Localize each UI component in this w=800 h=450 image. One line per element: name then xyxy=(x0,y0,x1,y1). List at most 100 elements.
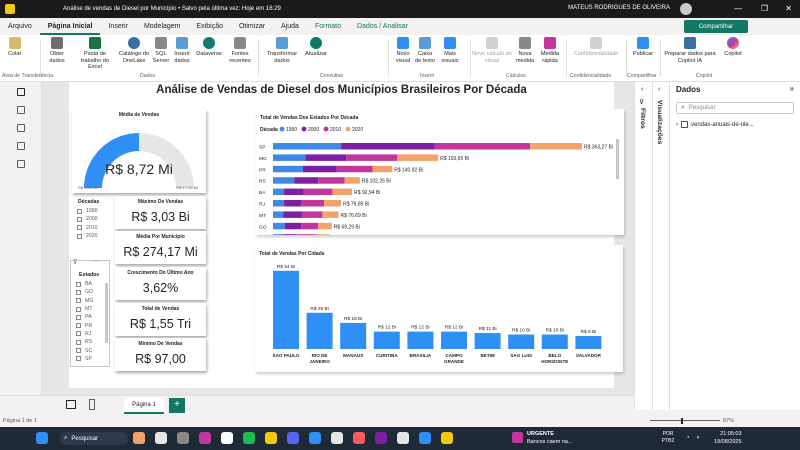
news-notification[interactable]: URGENTE Bancos caem na... xyxy=(512,429,592,448)
slicer-option-2010[interactable]: 2010 xyxy=(77,224,109,232)
checkbox[interactable] xyxy=(76,306,81,312)
app-icon[interactable] xyxy=(375,432,387,444)
checkbox[interactable] xyxy=(76,281,81,287)
new-measure-button[interactable]: Nova medida xyxy=(514,37,536,64)
quick-measure-button[interactable]: Medida rápida xyxy=(538,37,562,64)
bar[interactable] xyxy=(273,270,299,349)
dataverse-button[interactable]: Dataverse xyxy=(194,37,224,58)
bar-segment[interactable] xyxy=(341,143,435,150)
bar-segment[interactable] xyxy=(273,188,285,196)
collapse-visualizations-icon[interactable]: ‹ xyxy=(658,86,660,93)
sensitivity-button[interactable]: Confidencialidade xyxy=(570,37,622,58)
kpi-card-total[interactable]: Total de Vendas R$ 1,55 Tri xyxy=(115,303,206,336)
bar[interactable] xyxy=(373,331,400,349)
slicer-option-sc[interactable]: SC xyxy=(76,346,109,354)
bar-segment[interactable] xyxy=(301,200,325,207)
copilot-button[interactable]: Copilot xyxy=(720,37,746,58)
user-name[interactable]: MATEUS RODRIGUES DE OLIVEIRA xyxy=(568,5,670,11)
app-icon[interactable] xyxy=(353,432,365,444)
bar-segment[interactable] xyxy=(283,211,302,218)
bar-segment[interactable] xyxy=(322,211,339,218)
checkbox[interactable] xyxy=(76,298,81,304)
more-visuals-button[interactable]: Mais visuais xyxy=(438,37,462,64)
power-bi-icon[interactable] xyxy=(441,432,453,444)
slicer-option-sp[interactable]: SP xyxy=(76,355,109,363)
avatar[interactable] xyxy=(680,3,692,15)
checkbox[interactable] xyxy=(76,348,81,354)
bar-segment[interactable] xyxy=(297,234,317,241)
bar-segment[interactable] xyxy=(284,188,304,196)
bar-segment[interactable] xyxy=(273,177,295,184)
scrollbar[interactable] xyxy=(616,139,619,179)
tab-dados-analisar[interactable]: Dados / Analisar xyxy=(349,18,416,35)
expand-icon[interactable]: » xyxy=(790,84,794,93)
bar-segment[interactable] xyxy=(273,200,285,207)
get-data-button[interactable]: Obter dados xyxy=(46,37,68,64)
bar-segment[interactable] xyxy=(273,222,285,230)
gauge-card[interactable]: Média de Vendas R$ 8,72 Mi R$ 0,00 Mi R$… xyxy=(72,109,206,193)
checkbox[interactable] xyxy=(76,339,81,345)
bar-segment[interactable] xyxy=(530,143,583,150)
wifi-icon[interactable]: ◔ xyxy=(686,435,690,441)
checkbox[interactable] xyxy=(76,356,81,362)
tab-ajuda[interactable]: Ajuda xyxy=(273,18,307,35)
bar-segment[interactable] xyxy=(301,222,319,230)
app-icon[interactable] xyxy=(397,432,409,444)
bar-segment[interactable] xyxy=(294,177,319,184)
collapse-filters-icon[interactable]: ‹ xyxy=(641,86,643,93)
app-icon[interactable] xyxy=(309,432,321,444)
bar-segment[interactable] xyxy=(397,154,439,161)
bar-segment[interactable] xyxy=(336,165,373,173)
bar-segment[interactable] xyxy=(273,234,283,241)
page-tab[interactable]: Página 1 xyxy=(124,398,164,414)
bar[interactable] xyxy=(441,331,467,349)
bar-segment[interactable] xyxy=(318,222,332,230)
new-visual-button[interactable]: Novo visual xyxy=(392,37,414,64)
mobile-layout-icon[interactable] xyxy=(89,399,95,410)
discord-icon[interactable] xyxy=(287,432,299,444)
prepare-copilot-button[interactable]: Preparar dados para Copilot IA xyxy=(664,37,716,64)
scrollbar[interactable] xyxy=(105,283,108,343)
new-visual-calculation-button[interactable]: Novo cálculo do visual xyxy=(472,37,512,64)
bar-segment[interactable] xyxy=(305,154,347,161)
close-icon[interactable]: ✕ xyxy=(785,4,792,13)
enter-data-button[interactable]: Inserir dados xyxy=(172,37,192,64)
checkbox[interactable] xyxy=(76,323,81,329)
vscode-icon[interactable] xyxy=(419,432,431,444)
bar-segment[interactable] xyxy=(316,234,331,241)
app-icon[interactable] xyxy=(221,432,233,444)
bar-segment[interactable] xyxy=(318,177,345,184)
bar-segment[interactable] xyxy=(284,200,302,207)
spotify-icon[interactable] xyxy=(243,432,255,444)
kpi-card-maximo[interactable]: Máximo De Vendas R$ 3,03 Bi xyxy=(115,196,206,229)
maximize-icon[interactable]: ❐ xyxy=(761,4,768,13)
tmdl-view-icon[interactable] xyxy=(17,160,25,168)
bar[interactable] xyxy=(474,333,501,349)
desktop-layout-icon[interactable] xyxy=(66,400,76,409)
bar[interactable] xyxy=(306,312,333,349)
tab-modelagem[interactable]: Modelagem xyxy=(136,18,189,35)
bar[interactable] xyxy=(575,335,602,349)
minimize-icon[interactable]: — xyxy=(734,4,742,13)
checkbox[interactable] xyxy=(76,314,81,320)
dax-query-view-icon[interactable] xyxy=(17,142,25,150)
estados-slicer[interactable]: ⊽ ⋯ Estados BA GO MG MT PA PR RJ RS SC SP xyxy=(70,259,110,367)
recent-sources-button[interactable]: Fontes recentes xyxy=(226,37,254,64)
tab-otimizar[interactable]: Otimizar xyxy=(231,18,273,35)
cities-bar-chart[interactable]: Total de Vendas Por Cidade R$ 54 Bi SAO PA… xyxy=(255,245,623,372)
text-box-button[interactable]: Caixa de texto xyxy=(414,37,436,64)
app-icon[interactable] xyxy=(265,432,277,444)
clock[interactable]: 21:05:03 19/08/2025 xyxy=(714,430,742,446)
checkbox[interactable] xyxy=(77,216,82,222)
filter-icon[interactable]: ⊽ xyxy=(73,259,77,266)
volume-icon[interactable]: ◖ xyxy=(696,435,700,441)
tab-formato[interactable]: Formato xyxy=(307,18,349,35)
checkbox[interactable] xyxy=(76,289,81,295)
bar-segment[interactable] xyxy=(332,188,353,196)
bar-segment[interactable] xyxy=(273,143,342,150)
checkbox[interactable] xyxy=(77,208,82,214)
report-view-icon[interactable] xyxy=(17,88,25,96)
bar[interactable] xyxy=(407,331,434,349)
bar[interactable] xyxy=(340,322,367,349)
language-indicator[interactable]: POR PTB2 xyxy=(658,431,678,445)
